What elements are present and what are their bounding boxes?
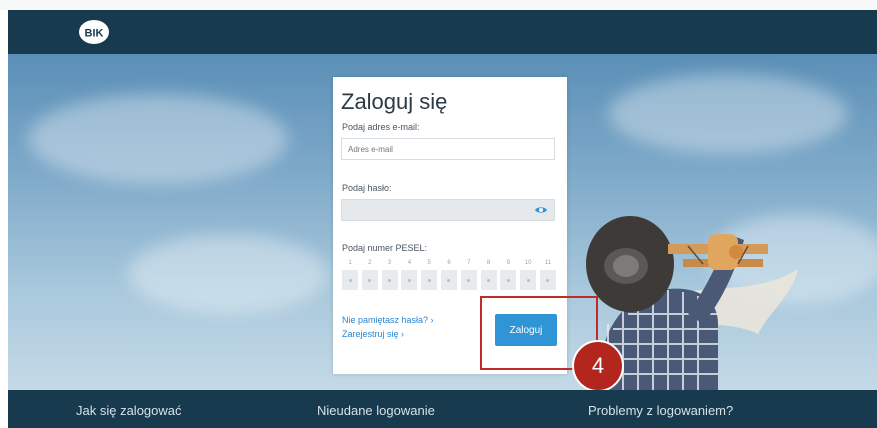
- page: BIK Zaloguj się Podaj adres e-mail: Adre…: [0, 0, 877, 428]
- email-label: Podaj adres e-mail:: [342, 122, 420, 132]
- pesel-input-group: [342, 270, 556, 290]
- password-label: Podaj hasło:: [342, 183, 392, 193]
- pesel-digit-number: 8: [486, 260, 491, 266]
- pesel-digit-input[interactable]: [539, 270, 556, 290]
- pesel-digit-input[interactable]: [421, 270, 438, 290]
- register-link[interactable]: Zarejestruj się ›: [342, 329, 404, 339]
- bik-logo-icon: BIK: [79, 20, 109, 44]
- pesel-label: Podaj numer PESEL:: [342, 243, 428, 253]
- step-number-badge: 4: [572, 340, 624, 392]
- pesel-digit-number: 6: [447, 260, 451, 266]
- pesel-digit-number: 10: [524, 260, 532, 266]
- cloud: [28, 94, 288, 184]
- eye-icon: [535, 207, 547, 213]
- cloud: [128, 234, 328, 314]
- pesel-digit-number: 11: [544, 260, 552, 266]
- footer: Jak się zalogować Nieudane logowanie Pro…: [8, 390, 877, 428]
- pesel-digit-input[interactable]: [342, 270, 358, 290]
- pesel-digit-number: 5: [427, 260, 431, 266]
- pesel-digit-number: 7: [467, 260, 471, 266]
- pesel-digit-number: 1: [348, 260, 352, 266]
- pesel-digit-number: 2: [368, 260, 372, 266]
- pesel-digit-input[interactable]: [500, 270, 517, 290]
- pesel-digit-input[interactable]: [520, 270, 537, 290]
- pesel-digit-input[interactable]: [401, 270, 418, 290]
- footer-link-how-to-login[interactable]: Jak się zalogować: [76, 403, 182, 418]
- pesel-digit-number: 4: [407, 260, 412, 266]
- email-input[interactable]: [341, 138, 555, 160]
- cloud: [608, 74, 848, 154]
- login-title: Zaloguj się: [341, 89, 448, 114]
- show-password-icon[interactable]: [531, 199, 551, 221]
- pesel-digit-numbers: 1 2 3 4 5 6 7 8 9 10 11: [342, 260, 556, 266]
- pesel-digit-input[interactable]: [440, 270, 457, 290]
- pesel-digit-input[interactable]: [381, 270, 398, 290]
- forgot-password-link[interactable]: Nie pamiętasz hasła? ›: [342, 315, 434, 325]
- pesel-digit-input[interactable]: [361, 270, 378, 290]
- pesel-digit-input[interactable]: [480, 270, 497, 290]
- footer-link-failed-login[interactable]: Nieudane logowanie: [317, 403, 435, 418]
- footer-link-login-problems[interactable]: Problemy z logowaniem?: [588, 403, 733, 418]
- header: BIK: [8, 10, 877, 54]
- pesel-digit-number: 3: [387, 260, 392, 266]
- bik-logo[interactable]: BIK: [78, 17, 110, 47]
- pesel-digit-number: 9: [506, 260, 511, 266]
- top-strip: [0, 0, 877, 10]
- svg-text:BIK: BIK: [85, 28, 104, 40]
- password-input[interactable]: [341, 199, 555, 221]
- pesel-digit-input[interactable]: [460, 270, 477, 290]
